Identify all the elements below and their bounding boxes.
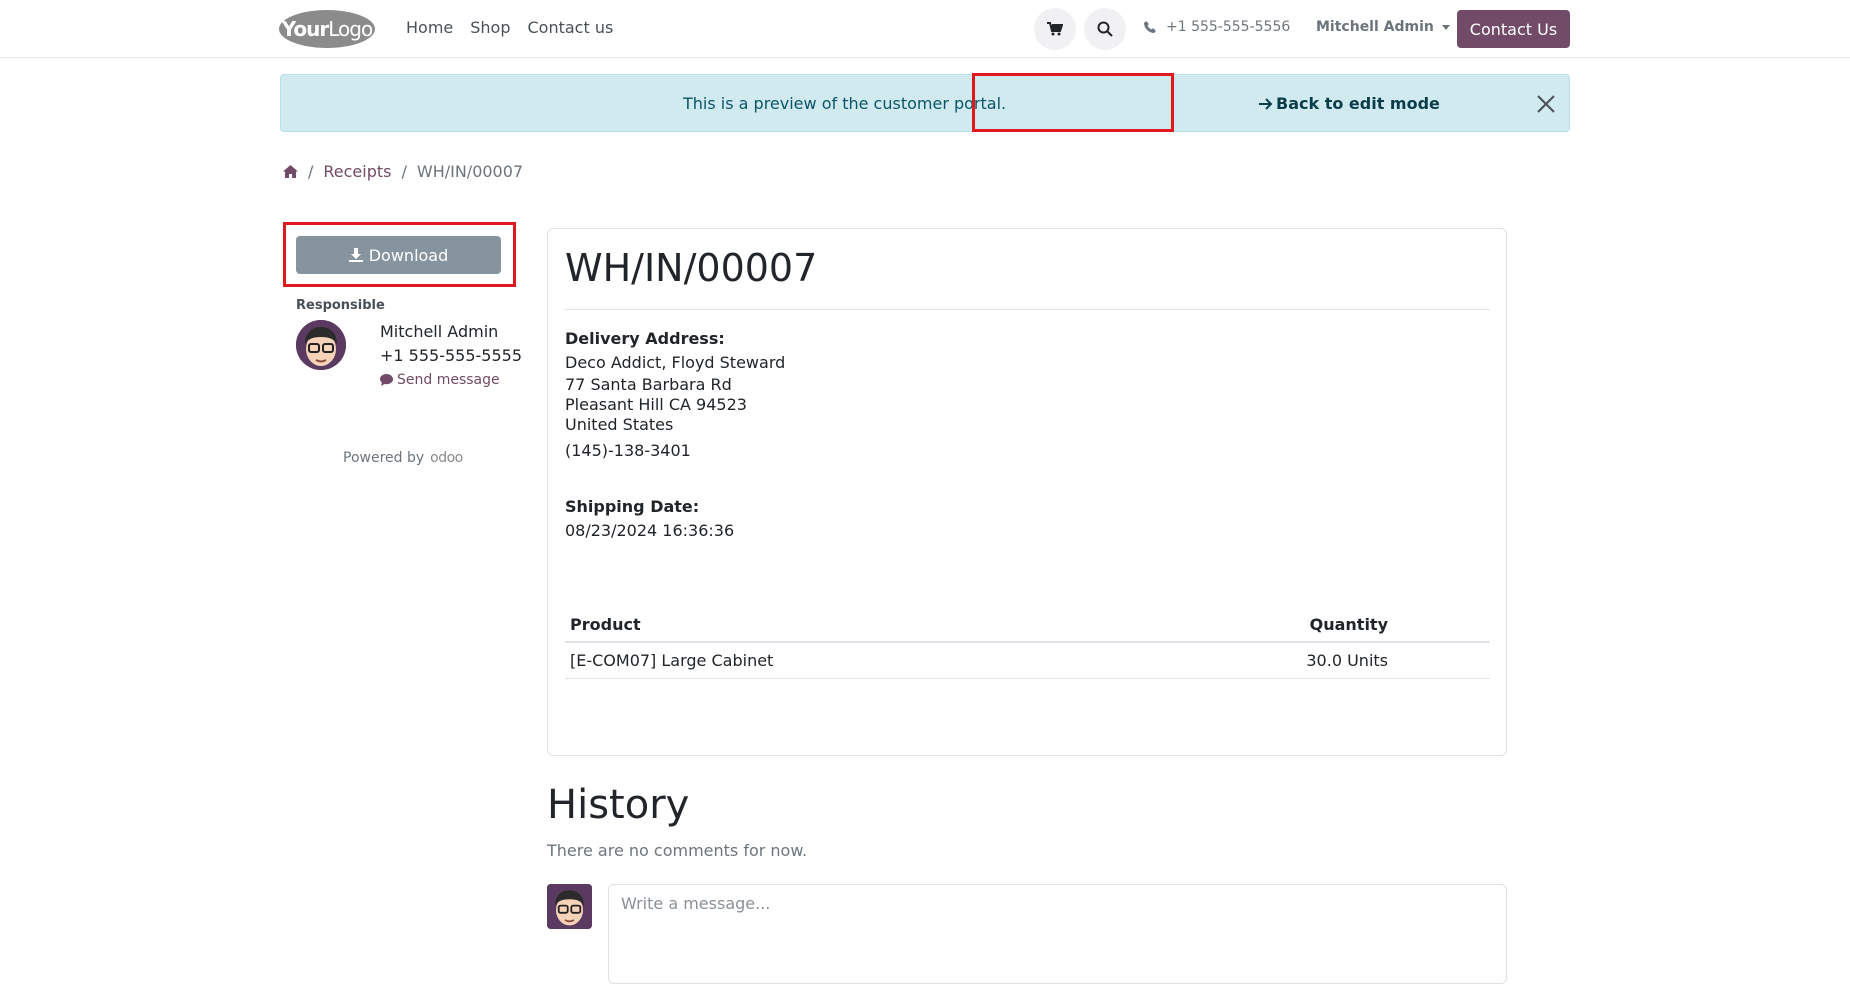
address-line: Deco Addict, Floyd Steward [565, 353, 786, 372]
table-header: Product Quantity [565, 607, 1490, 643]
download-button[interactable]: Download [296, 236, 501, 274]
cart-button[interactable] [1034, 8, 1076, 50]
home-icon[interactable] [283, 165, 298, 178]
document-title: WH/IN/00007 [565, 246, 818, 290]
history-title: History [547, 782, 690, 828]
cart-icon [1047, 22, 1063, 36]
delivery-phone: (145)-138-3401 [565, 441, 691, 460]
breadcrumb-receipts[interactable]: Receipts [323, 162, 391, 181]
alert-text: This is a preview of the customer portal… [683, 94, 1007, 113]
address-line: Pleasant Hill CA 94523 [565, 395, 747, 414]
responsible-avatar [296, 320, 346, 370]
message-input[interactable] [608, 884, 1507, 984]
shipping-date-label: Shipping Date: [565, 497, 700, 516]
table-row: [E-COM07] Large Cabinet 30.0 Units [565, 643, 1490, 679]
title-divider [565, 309, 1490, 310]
receipt-card: WH/IN/00007 Delivery Address: Deco Addic… [547, 228, 1507, 756]
no-comments-text: There are no comments for now. [547, 841, 808, 860]
responsible-title: Responsible [296, 298, 385, 313]
delivery-address-label: Delivery Address: [565, 329, 725, 348]
arrow-right-icon [1259, 97, 1273, 110]
responsible-name: Mitchell Admin [380, 322, 499, 341]
avatar-face-icon [296, 320, 346, 370]
site-logo[interactable]: Your Logo [279, 10, 375, 48]
preview-alert: This is a preview of the customer portal… [280, 74, 1570, 132]
close-icon[interactable] [1535, 93, 1557, 115]
contact-us-button[interactable]: Contact Us [1457, 10, 1570, 48]
back-to-edit-link[interactable]: Back to edit mode [1259, 94, 1440, 113]
top-navbar: Your Logo Home Shop Contact us +1 555-555… [0, 0, 1850, 58]
address-line: United States [565, 415, 674, 434]
nav-contact-us[interactable]: Contact us [528, 18, 614, 37]
address-line: 77 Santa Barbara Rd [565, 375, 732, 394]
chevron-down-icon [1441, 24, 1450, 30]
breadcrumb-separator: / [308, 162, 314, 181]
column-product: Product [570, 614, 641, 634]
main-nav: Home Shop Contact us [406, 18, 613, 37]
send-message-link[interactable]: Send message [380, 372, 500, 388]
breadcrumb-separator: / [401, 162, 407, 181]
column-quantity: Quantity [1309, 614, 1388, 634]
composer-avatar [547, 884, 592, 929]
user-menu[interactable]: Mitchell Admin [1316, 19, 1450, 35]
avatar-face-icon [547, 884, 592, 929]
download-icon [348, 248, 363, 262]
search-icon [1097, 21, 1113, 37]
comment-icon [380, 374, 393, 386]
nav-home[interactable]: Home [406, 18, 453, 37]
responsible-phone: +1 555-555-5555 [380, 346, 523, 365]
quantity-cell: 30.0 Units [1306, 651, 1388, 670]
nav-shop[interactable]: Shop [470, 18, 510, 37]
product-table: Product Quantity [E-COM07] Large Cabinet… [565, 607, 1490, 679]
breadcrumb: / Receipts / WH/IN/00007 [283, 162, 523, 181]
shipping-date: 08/23/2024 16:36:36 [565, 521, 735, 540]
odoo-logo[interactable]: odoo [430, 450, 463, 466]
search-button[interactable] [1084, 8, 1126, 50]
product-cell: [E-COM07] Large Cabinet [570, 651, 774, 670]
phone-icon [1144, 21, 1156, 33]
breadcrumb-current: WH/IN/00007 [416, 162, 524, 181]
header-phone[interactable]: +1 555-555-5556 [1144, 19, 1290, 35]
powered-by: Powered by odoo [343, 450, 463, 466]
